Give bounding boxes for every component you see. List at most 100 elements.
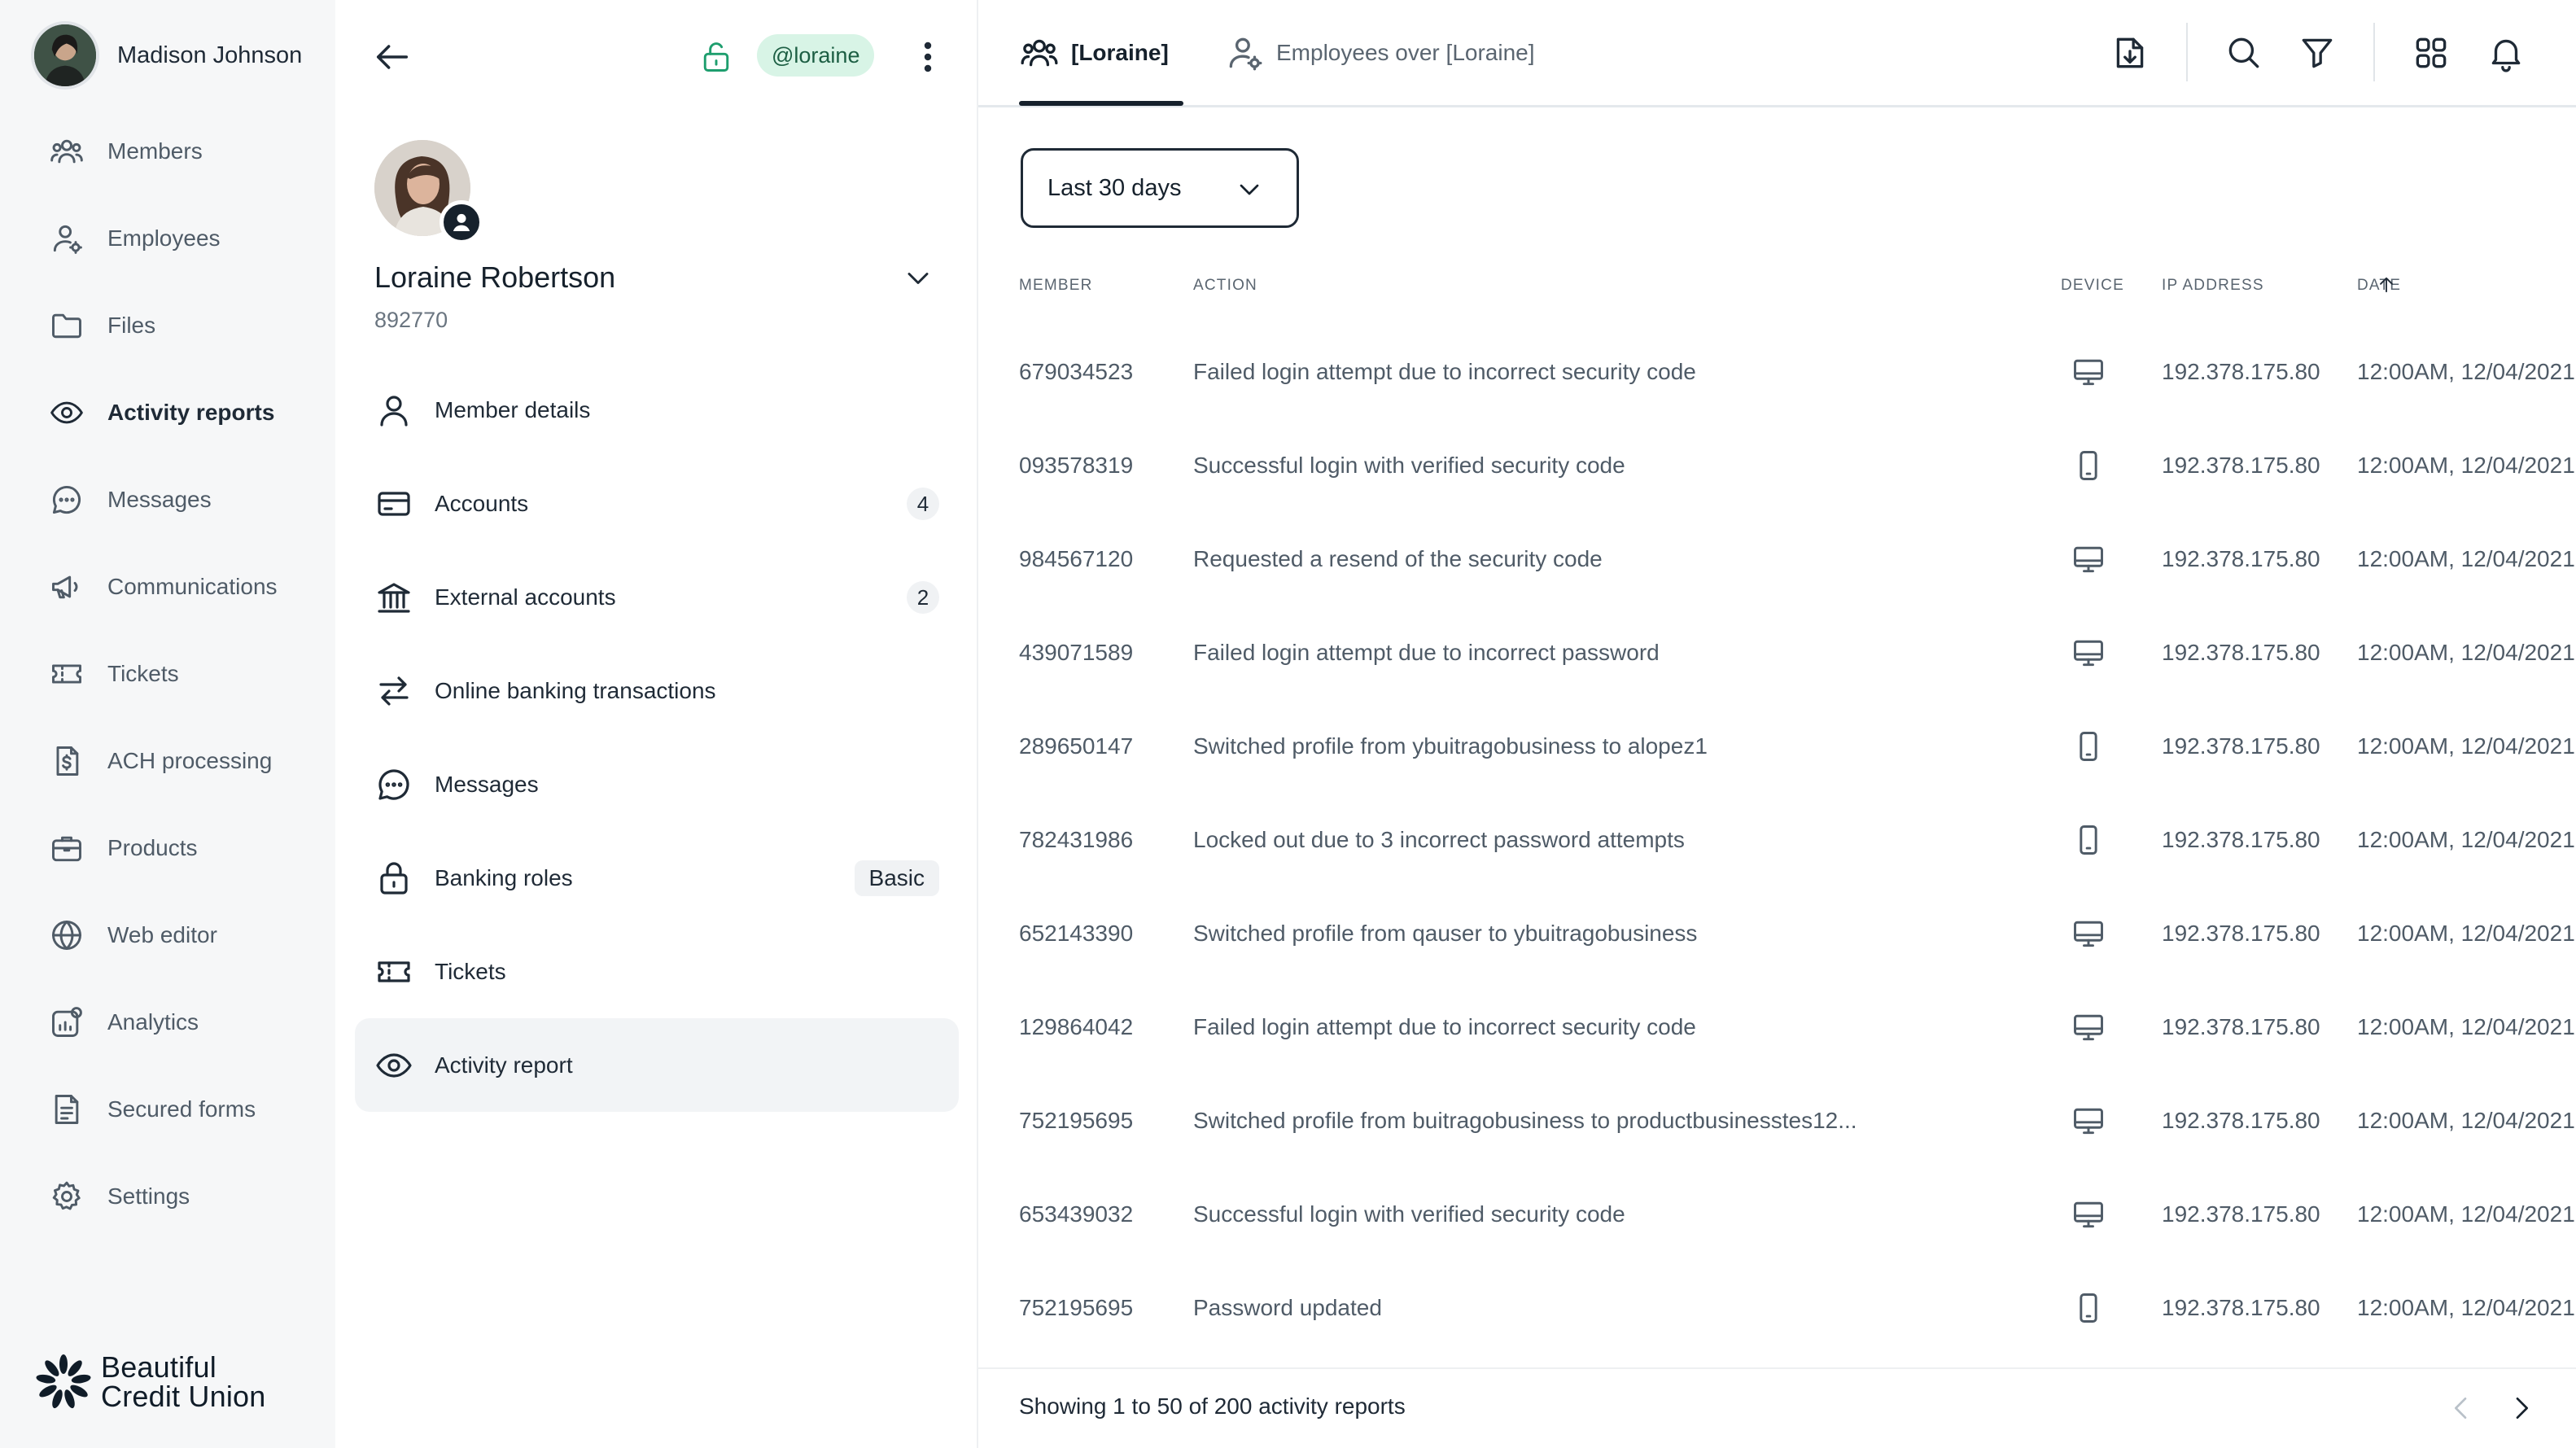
ip-address-cell: 192.378.175.80: [2162, 546, 2320, 571]
ip-address-cell: 192.378.175.80: [2162, 640, 2320, 665]
menu-item-messages[interactable]: Messages: [355, 737, 959, 831]
column-header-member[interactable]: MEMBER: [1019, 277, 1093, 295]
table-row[interactable]: 984567120 Requested a resend of the secur…: [1019, 512, 2576, 606]
avatar[interactable]: [31, 21, 99, 90]
tab-member-activity[interactable]: [Loraine]: [1019, 0, 1169, 106]
more-vertical-icon[interactable]: [908, 36, 947, 78]
member-id-cell: 679034523: [1019, 359, 1134, 384]
menu-item-label: Activity report: [435, 1052, 573, 1078]
sidebar-item-members[interactable]: Members: [0, 107, 335, 195]
member-id-cell: 782431986: [1019, 827, 1134, 852]
sidebar-item-employees[interactable]: Employees: [0, 195, 335, 282]
tab-employees-activity[interactable]: Employees over [Loraine]: [1224, 0, 1535, 106]
date-range-value: Last 30 days: [1047, 174, 1182, 201]
date-cell: 12:00AM, 12/04/2021: [2357, 640, 2575, 665]
ip-address-cell: 192.378.175.80: [2162, 453, 2320, 478]
column-header-device[interactable]: DEVICE: [2061, 277, 2124, 295]
column-header-action[interactable]: ACTION: [1193, 277, 1257, 295]
mobile-device-icon: [2071, 822, 2106, 858]
menu-item-member-details[interactable]: Member details: [355, 363, 959, 457]
member-id-cell: 653439032: [1019, 1201, 1134, 1227]
desktop-device-icon: [2071, 354, 2106, 390]
ip-address-cell: 192.378.175.80: [2162, 1108, 2320, 1133]
date-cell: 12:00AM, 12/04/2021: [2357, 546, 2575, 571]
action-cell: Failed login attempt due to incorrect pa…: [1193, 640, 1660, 665]
member-id-cell: 129864042: [1019, 1014, 1134, 1039]
ticket-icon: [374, 952, 413, 991]
table-row[interactable]: 129864042 Failed login attempt due to inc…: [1019, 980, 2576, 1074]
employee-icon: [49, 221, 85, 256]
ip-address-cell: 192.378.175.80: [2162, 1014, 2320, 1039]
sidebar-item-tickets[interactable]: Tickets: [0, 630, 335, 717]
action-cell: Successful login with verified security …: [1193, 1201, 1625, 1227]
employee-icon: [1224, 33, 1265, 73]
user-icon: [374, 391, 413, 430]
menu-item-activity-report[interactable]: Activity report: [355, 1018, 959, 1112]
action-cell: Switched profile from buitragobusiness t…: [1193, 1108, 1857, 1133]
unlock-icon[interactable]: [698, 37, 734, 77]
filter-icon[interactable]: [2297, 31, 2338, 75]
sidebar-item-label: Files: [107, 312, 156, 338]
member-id: 892770: [374, 308, 448, 332]
bank-icon: [374, 578, 413, 617]
menu-item-external-accounts[interactable]: External accounts 2: [355, 550, 959, 644]
menu-item-label: External accounts: [435, 584, 616, 610]
brand-name: Beautiful Credit Union: [101, 1353, 266, 1411]
tab-label: [Loraine]: [1071, 40, 1169, 65]
action-cell: Failed login attempt due to incorrect se…: [1193, 359, 1696, 384]
chevron-down-icon[interactable]: [900, 260, 936, 296]
sidebar-item-secured-forms[interactable]: Secured forms: [0, 1065, 335, 1153]
sidebar-item-analytics[interactable]: Analytics: [0, 978, 335, 1065]
sidebar-item-messages[interactable]: Messages: [0, 456, 335, 543]
menu-item-banking-roles[interactable]: Banking roles Basic: [355, 831, 959, 925]
ip-address-cell: 192.378.175.80: [2162, 359, 2320, 384]
eye-icon: [49, 395, 85, 431]
sidebar-item-label: Web editor: [107, 921, 217, 947]
member-id-cell: 439071589: [1019, 640, 1134, 665]
sort-ascending-icon[interactable]: [2375, 273, 2398, 296]
mobile-device-icon: [2071, 448, 2106, 483]
sidebar-item-web-editor[interactable]: Web editor: [0, 891, 335, 978]
chat-icon: [374, 765, 413, 804]
menu-item-tickets[interactable]: Tickets: [355, 925, 959, 1018]
sidebar-item-files[interactable]: Files: [0, 282, 335, 369]
table-row[interactable]: 752195695 Switched profile from buitragob…: [1019, 1074, 2576, 1167]
table-row[interactable]: 782431986 Locked out due to 3 incorrect p…: [1019, 793, 2576, 886]
sidebar-item-label: Activity reports: [107, 399, 275, 425]
dollar-document-icon: [49, 743, 85, 779]
chevron-left-icon[interactable]: [2445, 1392, 2478, 1424]
menu-item-label: Tickets: [435, 958, 506, 984]
user-profile[interactable]: Madison Johnson: [31, 21, 302, 90]
action-cell: Successful login with verified security …: [1193, 453, 1625, 478]
download-icon[interactable]: [2110, 31, 2150, 75]
apps-grid-icon[interactable]: [2411, 31, 2451, 75]
table-row[interactable]: 439071589 Failed login attempt due to inc…: [1019, 606, 2576, 699]
chevron-down-icon: [1233, 173, 1266, 206]
date-range-select[interactable]: Last 30 days: [1021, 148, 1299, 228]
table-row[interactable]: 093578319 Successful login with verified …: [1019, 418, 2576, 512]
sidebar-item-products[interactable]: Products: [0, 804, 335, 891]
search-icon[interactable]: [2224, 31, 2264, 75]
table-row[interactable]: 652143390 Switched profile from qauser to…: [1019, 886, 2576, 980]
sidebar-item-settings[interactable]: Settings: [0, 1153, 335, 1240]
bell-icon[interactable]: [2486, 31, 2526, 75]
date-cell: 12:00AM, 12/04/2021: [2357, 1201, 2575, 1227]
column-header-ip[interactable]: IP ADDRESS: [2162, 277, 2264, 295]
menu-item-accounts[interactable]: Accounts 4: [355, 457, 959, 550]
activity-report-view: [Loraine] Employees over [Loraine] Last …: [978, 0, 2576, 1448]
flower-logo-icon: [36, 1354, 91, 1409]
sidebar-item-ach-processing[interactable]: ACH processing: [0, 717, 335, 804]
gear-icon: [49, 1179, 85, 1214]
table-row[interactable]: 653439032 Successful login with verified …: [1019, 1167, 2576, 1261]
sidebar-item-activity-reports[interactable]: Activity reports: [0, 369, 335, 456]
menu-item-online-banking-transactions[interactable]: Online banking transactions: [355, 644, 959, 737]
table-row[interactable]: 679034523 Failed login attempt due to inc…: [1019, 325, 2576, 418]
role-badge: Basic: [854, 860, 939, 896]
table-row[interactable]: 289650147 Switched profile from ybuitrago…: [1019, 699, 2576, 793]
chevron-right-icon[interactable]: [2505, 1392, 2538, 1424]
table-row[interactable]: 752195695 Password updated 192.378.175.80 1…: [1019, 1261, 2576, 1354]
toolbar-divider: [2186, 23, 2188, 81]
sidebar-item-communications[interactable]: Communications: [0, 543, 335, 630]
member-id-cell: 093578319: [1019, 453, 1134, 478]
back-arrow-icon[interactable]: [371, 36, 413, 78]
